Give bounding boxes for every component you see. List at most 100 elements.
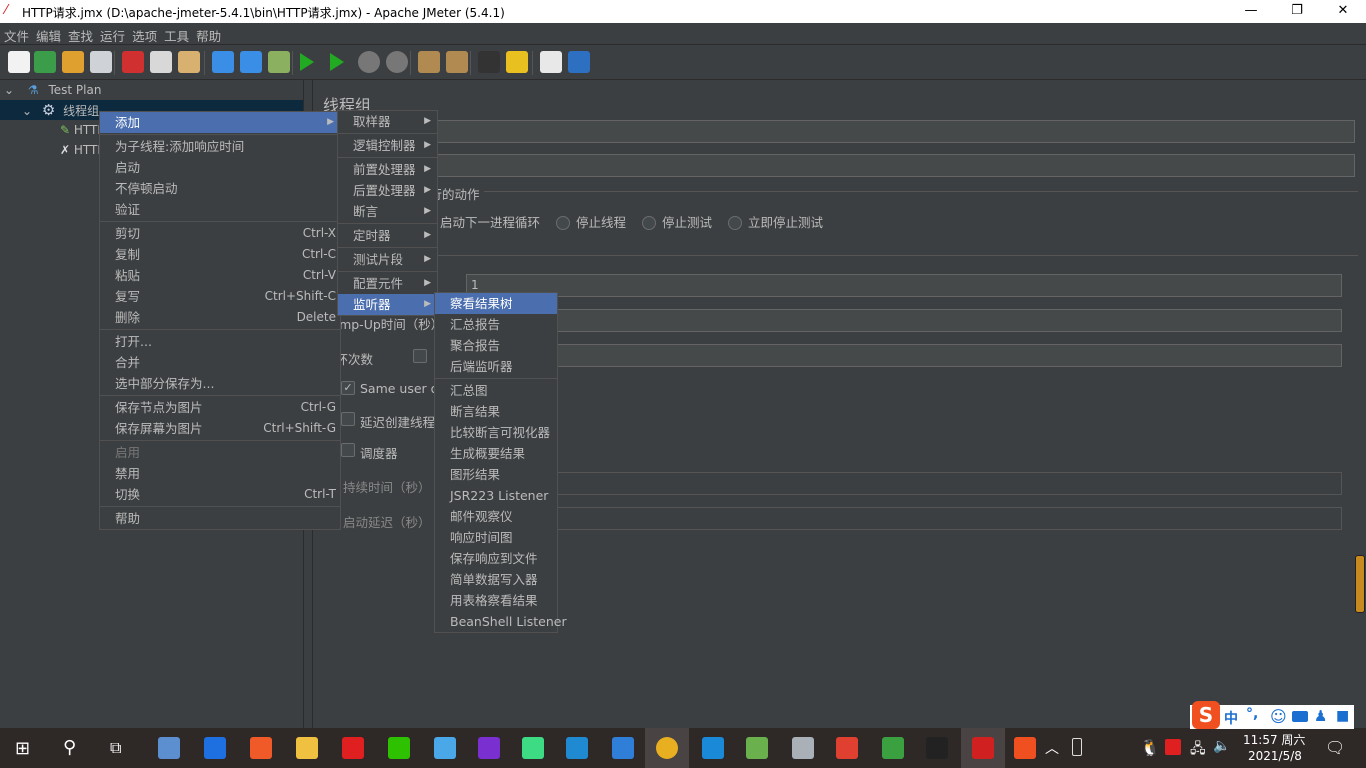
tree-node-http-request[interactable]: ✎ HTTP	[60, 120, 105, 140]
menu-item[interactable]: 逻辑控制器 ▶	[338, 135, 437, 156]
menu-item[interactable]: 聚合报告	[435, 335, 557, 356]
intellij-icon[interactable]	[478, 737, 500, 759]
windows-start-icon[interactable]: ⊞	[15, 738, 30, 759]
collapse-icon[interactable]	[240, 51, 262, 73]
menu-item[interactable]: 打开...	[100, 331, 340, 352]
clear-icon[interactable]	[418, 51, 440, 73]
radio-stop-thread[interactable]	[556, 216, 570, 230]
menu-item[interactable]: 用表格察看结果	[435, 590, 557, 611]
menu-item[interactable]: 选中部分保存为...	[100, 373, 340, 394]
qq-icon[interactable]	[434, 737, 456, 759]
templates-icon[interactable]	[34, 51, 56, 73]
menu-item[interactable]: 监听器 ▶	[338, 294, 437, 315]
notification-icon[interactable]: 🗨	[1325, 738, 1345, 757]
chevron-down-icon[interactable]: ⌄	[22, 104, 32, 118]
clear-all-icon[interactable]	[446, 51, 468, 73]
calculator-icon[interactable]	[792, 737, 814, 759]
menu-2[interactable]: 查找	[64, 23, 96, 45]
radio-stop-test-now[interactable]	[728, 216, 742, 230]
user-icon[interactable]: ♟	[1314, 707, 1327, 725]
ime-toolbar[interactable]: S 中 °, ☺ ♟ ■	[1190, 701, 1354, 729]
copy-icon[interactable]	[150, 51, 172, 73]
android-studio-icon[interactable]	[522, 737, 544, 759]
menu-item[interactable]: 测试片段 ▶	[338, 249, 437, 270]
menu-item[interactable]: 为子线程:添加响应时间	[100, 136, 340, 157]
menu-item[interactable]: 帮助	[100, 508, 340, 529]
menu-item[interactable]: BeanShell Listener	[435, 611, 567, 632]
menu-item[interactable]: 切换 Ctrl-T	[100, 484, 340, 505]
same-user-checkbox[interactable]: ✓	[341, 381, 355, 395]
file-manager-icon[interactable]	[158, 737, 180, 759]
volume-icon[interactable]: 🔈	[1213, 738, 1230, 754]
sogou-icon[interactable]	[1014, 737, 1036, 759]
scrollbar-thumb[interactable]	[1355, 555, 1365, 613]
menu-item[interactable]: 配置元件 ▶	[338, 273, 437, 294]
cut-icon[interactable]	[122, 51, 144, 73]
explorer-icon[interactable]	[296, 737, 318, 759]
menu-item[interactable]: 删除 Delete	[100, 307, 340, 328]
menu-0[interactable]: 文件	[0, 23, 32, 45]
duration-field[interactable]	[466, 472, 1342, 495]
menu-item[interactable]: 响应时间图	[435, 527, 557, 548]
show-hidden-icons-icon[interactable]: ︿	[1045, 738, 1059, 758]
notepad-icon[interactable]	[746, 737, 768, 759]
search-icon[interactable]: ⚲	[63, 737, 76, 758]
menu-item[interactable]: 保存屏幕为图片 Ctrl+Shift-G	[100, 418, 340, 439]
menu-item[interactable]: 保存响应到文件	[435, 548, 557, 569]
menu-item[interactable]: 比较断言可视化器	[435, 422, 557, 443]
edge-icon[interactable]	[702, 737, 724, 759]
menu-item[interactable]: 添加 ▶	[100, 112, 340, 133]
menu-item[interactable]: 前置处理器 ▶	[338, 159, 437, 180]
menu-item[interactable]: 剪切 Ctrl-X	[100, 223, 340, 244]
menu-item[interactable]: 取样器 ▶	[338, 111, 437, 132]
menu-item[interactable]: 复写 Ctrl+Shift-C	[100, 286, 340, 307]
menu-item[interactable]: 邮件观察仪	[435, 506, 557, 527]
mail-tray-icon[interactable]	[1165, 739, 1181, 755]
menu-item[interactable]: 不停顿启动	[100, 178, 340, 199]
ramp-up-field[interactable]	[466, 309, 1342, 332]
menu-item[interactable]: 验证	[100, 199, 340, 220]
clock-date[interactable]: 2021/5/8	[1248, 749, 1302, 763]
menu-item[interactable]: 后置处理器 ▶	[338, 180, 437, 201]
minimize-button[interactable]: —	[1228, 0, 1274, 23]
tree-node-config[interactable]: ✗ HTTP	[60, 140, 105, 160]
task-view-icon[interactable]: ⧉	[110, 738, 121, 758]
search-icon[interactable]	[478, 51, 500, 73]
loop-count-field[interactable]	[466, 344, 1342, 367]
menu-item[interactable]: 断言 ▶	[338, 201, 437, 222]
startup-delay-field[interactable]	[466, 507, 1342, 530]
new-icon[interactable]	[8, 51, 30, 73]
expand-icon[interactable]	[212, 51, 234, 73]
menu-item[interactable]: 断言结果	[435, 401, 557, 422]
terminal-icon[interactable]	[926, 737, 948, 759]
menu-3[interactable]: 运行	[96, 23, 128, 45]
browser-icon[interactable]	[250, 737, 272, 759]
menu-item[interactable]: 定时器 ▶	[338, 225, 437, 246]
keyboard-icon[interactable]	[1292, 711, 1308, 722]
money-icon[interactable]	[882, 737, 904, 759]
name-field[interactable]	[340, 120, 1355, 143]
threads-field[interactable]: 1	[466, 274, 1342, 297]
menu-item[interactable]: 察看结果树	[435, 293, 557, 314]
ime-mode[interactable]: 中	[1224, 708, 1238, 728]
vscode-icon[interactable]	[566, 737, 588, 759]
maximize-button[interactable]: ❐	[1274, 0, 1320, 23]
wechat-icon[interactable]	[388, 737, 410, 759]
menu-6[interactable]: 帮助	[192, 23, 224, 45]
toggle-icon[interactable]	[268, 51, 290, 73]
menu-item[interactable]: 粘贴 Ctrl-V	[100, 265, 340, 286]
maps-icon[interactable]	[204, 737, 226, 759]
menu-5[interactable]: 工具	[160, 23, 192, 45]
menu-item[interactable]: 生成概要结果	[435, 443, 557, 464]
menu-item[interactable]: 汇总图	[435, 380, 557, 401]
start-no-pause-icon[interactable]	[330, 53, 344, 71]
menu-item[interactable]: 后端监听器	[435, 356, 557, 377]
infinite-checkbox[interactable]	[413, 349, 427, 363]
ime-punct[interactable]: °,	[1246, 706, 1258, 722]
menu-item[interactable]: JSR223 Listener	[435, 485, 557, 506]
paste-icon[interactable]	[178, 51, 200, 73]
network-icon[interactable]: 🖧	[1190, 738, 1206, 762]
mail-icon[interactable]	[342, 737, 364, 759]
open-icon[interactable]	[62, 51, 84, 73]
jmeter-icon[interactable]	[972, 737, 994, 759]
